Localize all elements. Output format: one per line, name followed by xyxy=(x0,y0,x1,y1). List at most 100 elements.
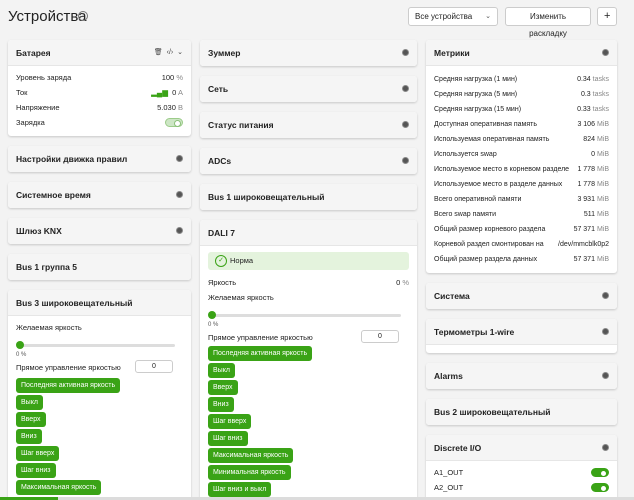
down-button[interactable]: Вниз xyxy=(208,397,234,412)
chevron-down-icon[interactable]: ⌄ xyxy=(177,49,183,56)
card-title: Сеть xyxy=(208,84,229,94)
up-button[interactable]: Вверх xyxy=(208,380,238,395)
step-down-off-button[interactable]: Шаг вниз и выкл xyxy=(208,482,272,497)
row-unit: % xyxy=(176,73,183,82)
off-button[interactable]: Выкл xyxy=(208,363,235,378)
card-header[interactable]: Зуммер xyxy=(200,40,417,66)
card-title: Система xyxy=(434,291,470,301)
card-header[interactable]: ADCs xyxy=(200,148,417,174)
desired-brightness-slider[interactable] xyxy=(16,339,183,351)
chevron-down-icon: ⌄ xyxy=(485,13,491,20)
card-title: Discrete I/O xyxy=(434,443,482,453)
discrete-io-card: Discrete I/O A1_OUT A2_OUT xyxy=(426,435,617,500)
up-button[interactable]: Вверх xyxy=(16,412,46,427)
gear-icon[interactable] xyxy=(402,49,409,56)
row-value: 100 xyxy=(161,73,175,82)
card-title: Зуммер xyxy=(208,48,241,58)
status-badge: Норма xyxy=(208,252,409,270)
down-button[interactable]: Вниз xyxy=(16,429,42,444)
direct-control-input[interactable]: 0 xyxy=(135,360,173,373)
gear-icon[interactable] xyxy=(176,155,183,162)
add-button[interactable]: + xyxy=(597,7,617,26)
buzzer-card: Зуммер xyxy=(200,40,417,66)
edit-layout-button[interactable]: Изменить раскладку xyxy=(505,7,591,38)
command-buttons: Последняя активная яркость Выкл Вверх Вн… xyxy=(16,378,183,495)
trash-icon[interactable]: 🗑 xyxy=(154,49,163,56)
step-up-button[interactable]: Шаг вверх xyxy=(16,446,60,461)
card-header[interactable]: Система xyxy=(426,283,617,309)
card-header[interactable]: Батарея 🗑 ‹/› ⌄ xyxy=(8,40,191,66)
a2-out-toggle[interactable] xyxy=(591,483,609,492)
card-title: Термометры 1-wire xyxy=(434,327,515,337)
card-header[interactable]: Настройки движка правил xyxy=(8,146,191,172)
gear-icon[interactable] xyxy=(176,191,183,198)
row-value: 0 xyxy=(172,88,177,97)
max-brightness-button[interactable]: Максимальная яркость xyxy=(16,480,102,495)
max-brightness-button[interactable]: Максимальная яркость xyxy=(208,448,294,463)
gear-icon[interactable] xyxy=(602,328,609,335)
slider-value: 0 % xyxy=(208,322,219,328)
bus1-group5-card: Bus 1 группа 5 xyxy=(8,254,191,280)
step-down-button[interactable]: Шаг вниз xyxy=(208,431,248,446)
row-label: Яркость xyxy=(208,278,237,287)
direct-control-row: Прямое управление яркостью 0 xyxy=(16,360,183,375)
card-header[interactable]: Discrete I/O xyxy=(426,435,617,461)
info-icon[interactable]: i xyxy=(78,11,88,21)
card-header[interactable]: DALI 7 xyxy=(200,220,417,246)
card-header[interactable]: Системное время xyxy=(8,182,191,208)
column-3: Метрики Средняя нагрузка (1 мин) 0.34 tas… xyxy=(426,40,617,500)
row-label: Прямое управление яркостью xyxy=(16,363,121,372)
gear-icon[interactable] xyxy=(402,121,409,128)
slider-knob[interactable] xyxy=(16,341,24,349)
row-unit: В xyxy=(177,103,183,112)
card-header[interactable]: Метрики xyxy=(426,40,617,66)
row-label: Прямое управление яркостью xyxy=(208,333,313,342)
battery-current-row: Ток ▂▄▆ 0 A xyxy=(16,85,183,100)
command-buttons: Последняя активная яркость Выкл Вверх Вн… xyxy=(208,346,409,497)
card-header-icons: 🗑 ‹/› ⌄ xyxy=(154,40,183,66)
card-title: Alarms xyxy=(434,371,463,381)
card-header[interactable]: Alarms xyxy=(426,363,617,389)
card-header[interactable]: Bus 2 широковещательный xyxy=(426,399,617,425)
row-label: A2_OUT xyxy=(434,483,464,492)
gear-icon[interactable] xyxy=(176,227,183,234)
card-header[interactable]: Шлюз KNX xyxy=(8,218,191,244)
step-down-button[interactable]: Шаг вниз xyxy=(16,463,56,478)
card-header[interactable]: Bus 3 широковещательный xyxy=(8,290,191,316)
card-title: Батарея xyxy=(16,48,51,58)
card-title: Шлюз KNX xyxy=(16,226,62,236)
card-header[interactable]: Термометры 1-wire xyxy=(426,319,617,345)
desired-brightness-slider[interactable] xyxy=(208,309,409,321)
gear-icon[interactable] xyxy=(402,157,409,164)
slider-value: 0 % xyxy=(16,352,27,358)
slider-knob[interactable] xyxy=(208,311,216,319)
last-active-brightness-button[interactable]: Последняя активная яркость xyxy=(16,378,121,393)
gear-icon[interactable] xyxy=(602,292,609,299)
step-up-button[interactable]: Шаг вверх xyxy=(208,414,252,429)
card-header[interactable]: Статус питания xyxy=(200,112,417,138)
card-header[interactable]: Bus 1 широковещательный xyxy=(200,184,417,210)
last-active-brightness-button[interactable]: Последняя активная яркость xyxy=(208,346,313,361)
card-header[interactable]: Bus 1 группа 5 xyxy=(8,254,191,280)
card-title: Статус питания xyxy=(208,120,274,130)
metric-row: Всего оперативной памяти 3 931 MiB xyxy=(434,196,609,203)
gear-icon[interactable] xyxy=(402,85,409,92)
desired-brightness-label: Желаемая яркость xyxy=(208,293,274,302)
card-title: DALI 7 xyxy=(208,228,235,238)
battery-level-row: Уровень заряда 100 % xyxy=(16,70,183,85)
alarms-card: Alarms xyxy=(426,363,617,389)
row-label: A1_OUT xyxy=(434,468,464,477)
off-button[interactable]: Выкл xyxy=(16,395,43,410)
card-header[interactable]: Сеть xyxy=(200,76,417,102)
devices-select[interactable]: Все устройства ⌄ xyxy=(408,7,498,26)
charging-toggle[interactable] xyxy=(165,118,183,127)
gear-icon[interactable] xyxy=(602,444,609,451)
bus3-broadcast-card: Bus 3 широковещательный Желаемая яркость… xyxy=(8,290,191,500)
min-brightness-button[interactable]: Минимальная яркость xyxy=(208,465,291,480)
gear-icon[interactable] xyxy=(602,49,609,56)
gear-icon[interactable] xyxy=(602,372,609,379)
a1-out-toggle[interactable] xyxy=(591,468,609,477)
code-icon[interactable]: ‹/› xyxy=(167,49,174,56)
direct-control-input[interactable]: 0 xyxy=(361,330,399,343)
thermometers-card: Термометры 1-wire xyxy=(426,319,617,353)
